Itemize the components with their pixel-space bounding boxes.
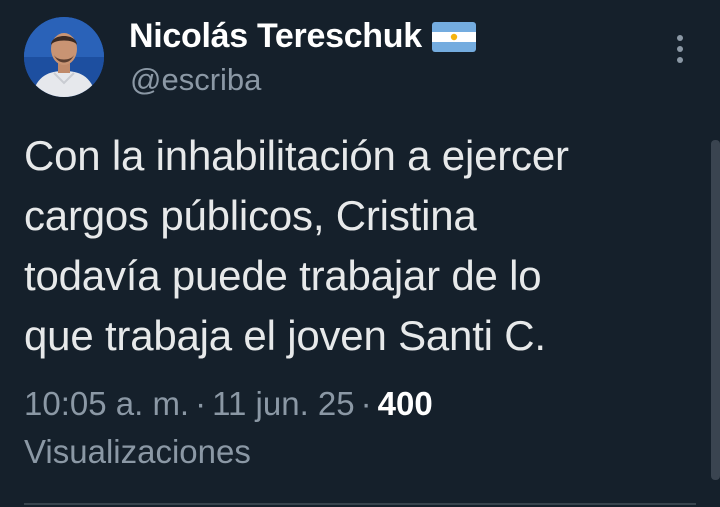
tweet-card: Nicolás Tereschuk @escriba Con la inhabi… — [0, 0, 720, 507]
author-display-name[interactable]: Nicolás Tereschuk — [129, 17, 422, 56]
avatar-photo — [24, 17, 104, 97]
tweet-date[interactable]: 11 jun. 25 — [212, 385, 355, 422]
views-label[interactable]: Visualizaciones — [24, 433, 251, 470]
author-handle[interactable]: @escriba — [130, 62, 261, 98]
separator-dot: · — [360, 385, 372, 422]
separator-dot: · — [195, 385, 207, 422]
argentina-flag-icon — [431, 22, 476, 52]
scrollbar[interactable] — [711, 140, 720, 480]
more-vertical-icon — [677, 35, 683, 63]
author-avatar[interactable] — [24, 17, 104, 97]
more-options-button[interactable] — [668, 32, 692, 66]
views-count[interactable]: 400 — [378, 385, 433, 422]
tweet-text: Con la inhabilitación a ejercer cargos p… — [24, 132, 569, 359]
divider — [24, 503, 696, 505]
tweet-metadata: 10:05 a. m. · 11 jun. 25 · 400 Visualizacione… — [24, 380, 684, 476]
tweet-time[interactable]: 10:05 a. m. — [24, 385, 189, 422]
author-name-row: Nicolás Tereschuk — [129, 14, 476, 58]
